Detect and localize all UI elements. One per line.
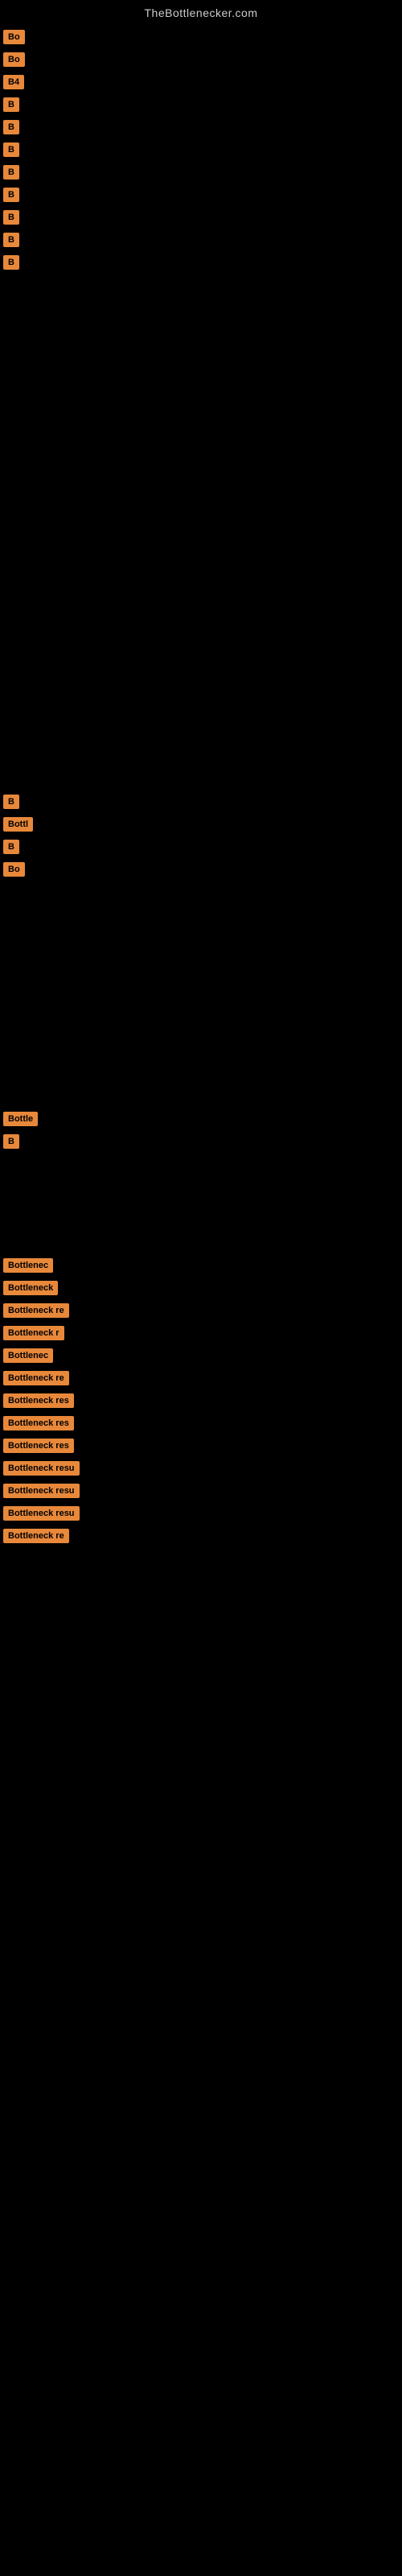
badge-bb5[interactable]: Bottlenec <box>3 1348 53 1363</box>
chart-area-1 <box>0 275 402 791</box>
top-badges-section: Bo Bo B4 B B B B B B B B <box>0 26 402 274</box>
list-item: Bo <box>0 26 402 48</box>
list-item: B <box>0 1130 402 1153</box>
list-item: Bottle <box>0 1108 402 1130</box>
badge-b8[interactable]: B <box>3 188 19 202</box>
badge-b10[interactable]: B <box>3 233 19 247</box>
badge-bb11[interactable]: Bottleneck resu <box>3 1484 80 1498</box>
list-item: B <box>0 93 402 116</box>
list-item: Bottlenec <box>0 1344 402 1367</box>
list-item: B <box>0 184 402 206</box>
badge-bb10[interactable]: Bottleneck resu <box>3 1461 80 1476</box>
badge-bb13[interactable]: Bottleneck re <box>3 1529 69 1543</box>
list-item: Bottlenec <box>0 1254 402 1277</box>
badge-bb4[interactable]: Bottleneck r <box>3 1326 64 1340</box>
badge-m4[interactable]: Bo <box>3 862 25 877</box>
badge-bb6[interactable]: Bottleneck re <box>3 1371 69 1385</box>
list-item: Bottleneck res <box>0 1412 402 1435</box>
list-item: B <box>0 836 402 858</box>
badge-m2[interactable]: Bottl <box>3 817 33 832</box>
chart-area-3 <box>0 1154 402 1251</box>
list-item: Bottleneck re <box>0 1367 402 1389</box>
list-item: B <box>0 251 402 274</box>
badge-b11[interactable]: B <box>3 255 19 270</box>
list-item: Bottl <box>0 813 402 836</box>
lower-badges-section: Bottle B <box>0 1108 402 1153</box>
list-item: B <box>0 206 402 229</box>
badge-bb12[interactable]: Bottleneck resu <box>3 1506 80 1521</box>
list-item: B <box>0 138 402 161</box>
badge-b1[interactable]: Bo <box>3 30 25 44</box>
site-title: TheBottlenecker.com <box>0 0 402 26</box>
badge-bb8[interactable]: Bottleneck res <box>3 1416 74 1430</box>
badge-b6[interactable]: B <box>3 142 19 157</box>
list-item: Bottleneck <box>0 1277 402 1299</box>
list-item: Bottleneck resu <box>0 1480 402 1502</box>
badge-l1[interactable]: Bottle <box>3 1112 38 1126</box>
list-item: Bottleneck r <box>0 1322 402 1344</box>
badge-b7[interactable]: B <box>3 165 19 180</box>
badge-bb1[interactable]: Bottlenec <box>3 1258 53 1273</box>
badge-bb3[interactable]: Bottleneck re <box>3 1303 69 1318</box>
badge-b3[interactable]: B4 <box>3 75 24 89</box>
middle-badges-section: B Bottl B Bo <box>0 791 402 881</box>
badge-b5[interactable]: B <box>3 120 19 134</box>
list-item: Bottleneck resu <box>0 1502 402 1525</box>
list-item: B <box>0 229 402 251</box>
badge-m1[interactable]: B <box>3 795 19 809</box>
badge-b4[interactable]: B <box>3 97 19 112</box>
badge-bb9[interactable]: Bottleneck res <box>3 1439 74 1453</box>
list-item: Bottleneck resu <box>0 1457 402 1480</box>
badge-bb7[interactable]: Bottleneck res <box>3 1393 74 1408</box>
list-item: B <box>0 161 402 184</box>
list-item: B <box>0 791 402 813</box>
list-item: Bottleneck res <box>0 1389 402 1412</box>
list-item: Bo <box>0 858 402 881</box>
bottom-badges-section: Bottlenec Bottleneck Bottleneck re Bottl… <box>0 1251 402 1550</box>
list-item: B4 <box>0 71 402 93</box>
list-item: B <box>0 116 402 138</box>
list-item: Bottleneck re <box>0 1299 402 1322</box>
badge-b9[interactable]: B <box>3 210 19 225</box>
list-item: Bo <box>0 48 402 71</box>
badge-m3[interactable]: B <box>3 840 19 854</box>
list-item: Bottleneck re <box>0 1525 402 1547</box>
chart-area-2 <box>0 882 402 1108</box>
badge-b2[interactable]: Bo <box>3 52 25 67</box>
badge-bb2[interactable]: Bottleneck <box>3 1281 58 1295</box>
badge-l2[interactable]: B <box>3 1134 19 1149</box>
list-item: Bottleneck res <box>0 1435 402 1457</box>
